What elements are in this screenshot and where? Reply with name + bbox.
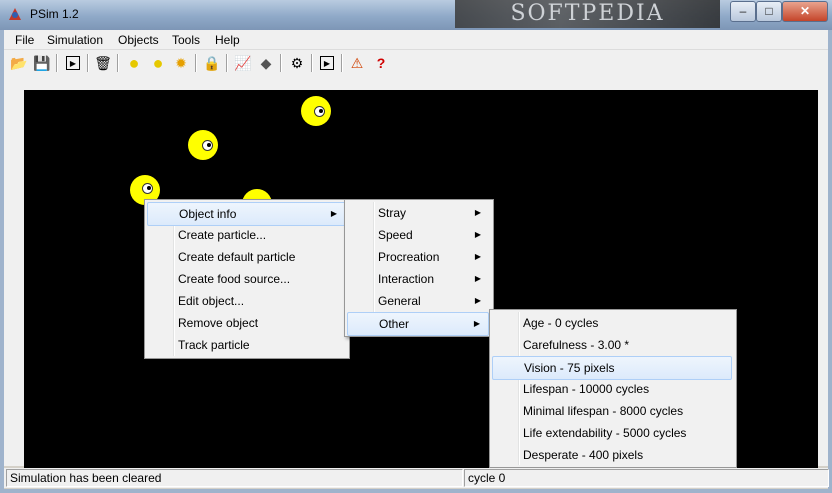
step-icon[interactable]: ▶ bbox=[318, 54, 336, 72]
run-icon[interactable]: ▶ bbox=[64, 54, 82, 72]
window-frame-right bbox=[828, 30, 832, 493]
chevron-right-icon: ▶ bbox=[330, 209, 337, 218]
chevron-right-icon: ▶ bbox=[474, 274, 481, 283]
particle[interactable] bbox=[188, 130, 218, 160]
menu-item-procreation[interactable]: Procreation ▶ bbox=[347, 246, 489, 268]
window-frame-bottom bbox=[0, 489, 832, 493]
menu-item-desperate[interactable]: Desperate - 400 pixels bbox=[492, 444, 732, 466]
other-submenu: Age - 0 cycles Carefulness - 3.00 * Visi… bbox=[489, 309, 737, 468]
graph-icon[interactable]: 📈 bbox=[234, 54, 252, 72]
toolbar: 📂 💾 ▶ 🗑 ● ● ✹ 🔒 📈 ◆ ⚙ ▶ ⚠ ? bbox=[4, 50, 828, 76]
help-icon[interactable]: ? bbox=[372, 54, 390, 72]
status-message: Simulation has been cleared bbox=[6, 469, 463, 487]
menu-bar: File Simulation Objects Tools Help bbox=[4, 30, 828, 50]
menu-item-create-default-particle[interactable]: Create default particle bbox=[147, 246, 344, 268]
chevron-right-icon: ▶ bbox=[474, 208, 481, 217]
menu-item-vision[interactable]: Vision - 75 pixels bbox=[492, 356, 732, 380]
menu-objects[interactable]: Objects bbox=[118, 33, 159, 47]
particle-icon[interactable]: ● bbox=[125, 53, 143, 73]
status-bar: Simulation has been cleared cycle 0 bbox=[4, 468, 829, 488]
app-icon bbox=[9, 8, 21, 20]
save-icon[interactable]: 💾 bbox=[33, 54, 51, 72]
eraser-icon[interactable]: ◆ bbox=[257, 54, 275, 72]
object-info-submenu: Stray ▶ Speed ▶ Procreation ▶ Interaction ▶ … bbox=[344, 199, 494, 337]
lock-icon[interactable]: 🔒 bbox=[203, 54, 221, 72]
menu-tools[interactable]: Tools bbox=[172, 33, 200, 47]
particle[interactable] bbox=[301, 96, 331, 126]
menu-item-track-particle[interactable]: Track particle bbox=[147, 334, 344, 356]
menu-item-interaction[interactable]: Interaction ▶ bbox=[347, 268, 489, 290]
delete-icon[interactable]: 🗑 bbox=[94, 54, 112, 72]
settings-icon[interactable]: ⚙ bbox=[288, 54, 306, 72]
context-menu: Object info ▶ Create particle... Create d… bbox=[144, 199, 350, 359]
close-button[interactable]: ✕ bbox=[782, 1, 828, 22]
menu-help[interactable]: Help bbox=[215, 33, 240, 47]
chevron-right-icon: ▶ bbox=[474, 252, 481, 261]
menu-item-speed[interactable]: Speed ▶ bbox=[347, 224, 489, 246]
menu-item-age[interactable]: Age - 0 cycles bbox=[492, 312, 732, 334]
maximize-button[interactable]: □ bbox=[756, 1, 782, 22]
menu-item-lifespan[interactable]: Lifespan - 10000 cycles bbox=[492, 378, 732, 400]
menu-item-minimal-lifespan[interactable]: Minimal lifespan - 8000 cycles bbox=[492, 400, 732, 422]
menu-item-stray[interactable]: Stray ▶ bbox=[347, 202, 489, 224]
minimize-button[interactable]: – bbox=[730, 1, 756, 22]
chevron-right-icon: ▶ bbox=[473, 319, 480, 328]
menu-item-create-particle[interactable]: Create particle... bbox=[147, 224, 344, 246]
menu-item-edit-object[interactable]: Edit object... bbox=[147, 290, 344, 312]
menu-simulation[interactable]: Simulation bbox=[47, 33, 103, 47]
menu-item-general[interactable]: General ▶ bbox=[347, 290, 489, 312]
menu-item-create-food-source[interactable]: Create food source... bbox=[147, 268, 344, 290]
menu-item-life-extendability[interactable]: Life extendability - 5000 cycles bbox=[492, 422, 732, 444]
chevron-right-icon: ▶ bbox=[474, 230, 481, 239]
warning-icon[interactable]: ⚠ bbox=[348, 54, 366, 72]
menu-item-other[interactable]: Other ▶ bbox=[347, 312, 489, 336]
chevron-right-icon: ▶ bbox=[474, 296, 481, 305]
open-icon[interactable]: 📂 bbox=[10, 54, 28, 72]
menu-file[interactable]: File bbox=[15, 33, 34, 47]
watermark: SOFTPEDIA bbox=[455, 0, 720, 28]
menu-item-remove-object[interactable]: Remove object bbox=[147, 312, 344, 334]
window-title: PSim 1.2 bbox=[30, 7, 79, 21]
title-bar[interactable]: PSim 1.2 SOFTPEDIA – □ ✕ bbox=[0, 0, 832, 30]
menu-item-object-info[interactable]: Object info ▶ bbox=[147, 202, 346, 226]
default-particle-icon[interactable]: ● bbox=[149, 53, 167, 73]
food-source-icon[interactable]: ✹ bbox=[172, 54, 190, 72]
menu-item-carefulness[interactable]: Carefulness - 3.00 * bbox=[492, 334, 732, 356]
cycle-counter: cycle 0 bbox=[464, 469, 829, 487]
